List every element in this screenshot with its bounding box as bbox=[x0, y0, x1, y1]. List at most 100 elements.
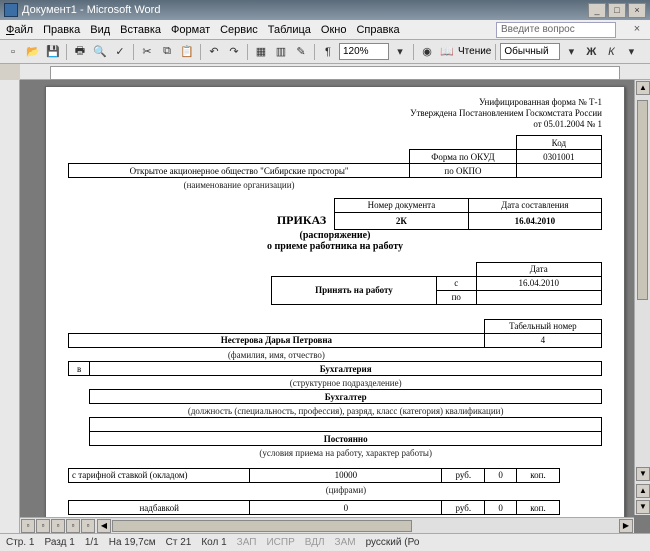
docnum-label: Номер документа bbox=[335, 198, 468, 212]
menu-format[interactable]: Формат bbox=[171, 24, 210, 36]
status-page: Стр. 1 bbox=[6, 537, 34, 548]
employee-fio: Нестерова Дарья Петровна bbox=[69, 333, 485, 347]
hire-label: Принять на работу bbox=[271, 276, 436, 304]
dept-value: Бухгалтерия bbox=[90, 362, 602, 376]
from-label: с bbox=[436, 276, 476, 290]
scroll-up-icon[interactable]: ▲ bbox=[636, 81, 650, 95]
menu-insert[interactable]: Вставка bbox=[120, 24, 161, 36]
help-icon[interactable]: ◉ bbox=[418, 43, 436, 61]
ask-question-input[interactable]: Введите вопрос bbox=[496, 22, 616, 38]
scrollbar-vertical[interactable]: ▲ ▼ ▲ ▼ bbox=[634, 80, 650, 515]
to-label: по bbox=[436, 290, 476, 304]
next-page-icon[interactable]: ▼ bbox=[636, 500, 650, 514]
employee-table: Табельный номер Нестерова Дарья Петровна… bbox=[68, 319, 602, 362]
italic-button[interactable]: К bbox=[602, 43, 620, 61]
view-print-icon[interactable]: ▫ bbox=[51, 519, 65, 533]
prev-page-icon[interactable]: ▲ bbox=[636, 484, 650, 498]
code-label: Код bbox=[516, 136, 601, 150]
minimize-button[interactable]: _ bbox=[588, 3, 606, 18]
from-date: 16.04.2010 bbox=[476, 276, 601, 290]
pos-value: Бухгалтер bbox=[90, 390, 602, 404]
paste-icon[interactable]: 📋 bbox=[178, 43, 196, 61]
dept-table: вБухгалтерия (структурное подразделение)… bbox=[68, 361, 602, 460]
reading-label[interactable]: Чтение bbox=[458, 46, 491, 57]
status-trk[interactable]: ИСПР bbox=[266, 537, 294, 548]
style-select[interactable]: Обычный bbox=[500, 43, 560, 60]
menubar: Файл Правка Вид Вставка Формат Сервис Та… bbox=[0, 20, 650, 40]
view-reading-icon[interactable]: ▫ bbox=[81, 519, 95, 533]
scroll-left-icon[interactable]: ◀ bbox=[97, 519, 111, 533]
status-rec[interactable]: ЗАП bbox=[237, 537, 257, 548]
salary-label: с тарифной ставкой (окладом) bbox=[69, 468, 250, 482]
scroll-thumb-v[interactable] bbox=[637, 100, 648, 300]
menu-edit[interactable]: Правка bbox=[43, 24, 80, 36]
order-number-table: Номер документаДата составления ПРИКАЗ2К… bbox=[68, 198, 602, 230]
help-close-icon[interactable]: × bbox=[630, 23, 644, 37]
redo-icon[interactable]: ↷ bbox=[225, 43, 243, 61]
menu-window[interactable]: Окно bbox=[321, 24, 347, 36]
kop2: коп. bbox=[517, 501, 560, 515]
salary-note: (цифрами) bbox=[250, 482, 442, 496]
view-normal-icon[interactable]: ▫ bbox=[21, 519, 35, 533]
view-outline-icon[interactable]: ▫ bbox=[66, 519, 80, 533]
tabnum-label: Табельный номер bbox=[484, 319, 601, 333]
undo-icon[interactable]: ↶ bbox=[205, 43, 223, 61]
cut-icon[interactable]: ✂ bbox=[138, 43, 156, 61]
print-icon[interactable]: 🖶 bbox=[71, 43, 89, 61]
bonus-value: 0 bbox=[250, 501, 442, 515]
bonus-label: надбавкой bbox=[69, 501, 250, 515]
view-web-icon[interactable]: ▫ bbox=[36, 519, 50, 533]
ruler-horizontal[interactable] bbox=[20, 64, 650, 80]
cond-note: (условия приема на работу, характер рабо… bbox=[90, 446, 602, 460]
docdate-value: 16.04.2010 bbox=[468, 212, 601, 229]
status-ext[interactable]: ВДЛ bbox=[305, 537, 325, 548]
reading-icon[interactable]: 📖 bbox=[438, 43, 456, 61]
drawing-icon[interactable]: ✎ bbox=[292, 43, 310, 61]
show-marks-icon[interactable]: ¶ bbox=[319, 43, 337, 61]
table-icon[interactable]: ▦ bbox=[252, 43, 270, 61]
kop2-val: 0 bbox=[485, 501, 517, 515]
scrollbar-horizontal[interactable]: ▫ ▫ ▫ ▫ ▫ ◀ ▶ bbox=[20, 517, 634, 533]
close-button[interactable]: × bbox=[628, 3, 646, 18]
maximize-button[interactable]: □ bbox=[608, 3, 626, 18]
status-lang[interactable]: русский (Ро bbox=[366, 537, 420, 548]
preview-icon[interactable]: 🔍 bbox=[91, 43, 109, 61]
scroll-right-icon[interactable]: ▶ bbox=[619, 519, 633, 533]
copy-icon[interactable]: ⧉ bbox=[158, 43, 176, 61]
menu-file[interactable]: Файл bbox=[6, 24, 33, 36]
v-label: в bbox=[69, 362, 90, 376]
bold-button[interactable]: Ж bbox=[582, 43, 600, 61]
pos-note: (должность (специальность, профессия), р… bbox=[90, 404, 602, 418]
tabnum-value: 4 bbox=[484, 333, 601, 347]
status-section: Разд 1 bbox=[44, 537, 74, 548]
spell-icon[interactable]: ✓ bbox=[111, 43, 129, 61]
menu-help[interactable]: Справка bbox=[356, 24, 399, 36]
new-doc-icon[interactable]: ▫ bbox=[4, 43, 22, 61]
rub1: руб. bbox=[442, 468, 485, 482]
ruler-vertical[interactable] bbox=[0, 80, 20, 533]
save-icon[interactable]: 💾 bbox=[44, 43, 62, 61]
toolbar: ▫ 📂 💾 🖶 🔍 ✓ ✂ ⧉ 📋 ↶ ↷ ▦ ▥ ✎ ¶ 120% ▾ ◉ 📖… bbox=[0, 40, 650, 64]
titlebar: Документ1 - Microsoft Word _ □ × bbox=[0, 0, 650, 20]
zoom-select[interactable]: 120% bbox=[339, 43, 389, 60]
order-subtitle: (распоряжение) bbox=[68, 230, 602, 241]
status-pages: 1/1 bbox=[85, 537, 99, 548]
cond-value: Постоянно bbox=[90, 432, 602, 446]
style-dropdown-icon[interactable]: ▾ bbox=[562, 43, 580, 61]
menu-tools[interactable]: Сервис bbox=[220, 24, 258, 36]
document-area[interactable]: Унифицированная форма № Т-1 Утверждена П… bbox=[20, 80, 650, 533]
toolbar-overflow-icon[interactable]: ▾ bbox=[622, 43, 640, 61]
zoom-dropdown-icon[interactable]: ▾ bbox=[391, 43, 409, 61]
status-ovr[interactable]: ЗАМ bbox=[335, 537, 356, 548]
open-icon[interactable]: 📂 bbox=[24, 43, 42, 61]
menu-view[interactable]: Вид bbox=[90, 24, 110, 36]
columns-icon[interactable]: ▥ bbox=[272, 43, 290, 61]
org-note: (наименование организации) bbox=[69, 178, 410, 192]
date-label: Дата bbox=[476, 262, 601, 276]
hire-date-table: Дата Принять на работус16.04.2010 по bbox=[271, 262, 602, 305]
docnum-value: 2К bbox=[335, 212, 468, 229]
scroll-down-icon[interactable]: ▼ bbox=[636, 467, 650, 481]
menu-table[interactable]: Таблица bbox=[268, 24, 311, 36]
scroll-thumb-h[interactable] bbox=[112, 520, 412, 532]
dept-note: (структурное подразделение) bbox=[90, 376, 602, 390]
